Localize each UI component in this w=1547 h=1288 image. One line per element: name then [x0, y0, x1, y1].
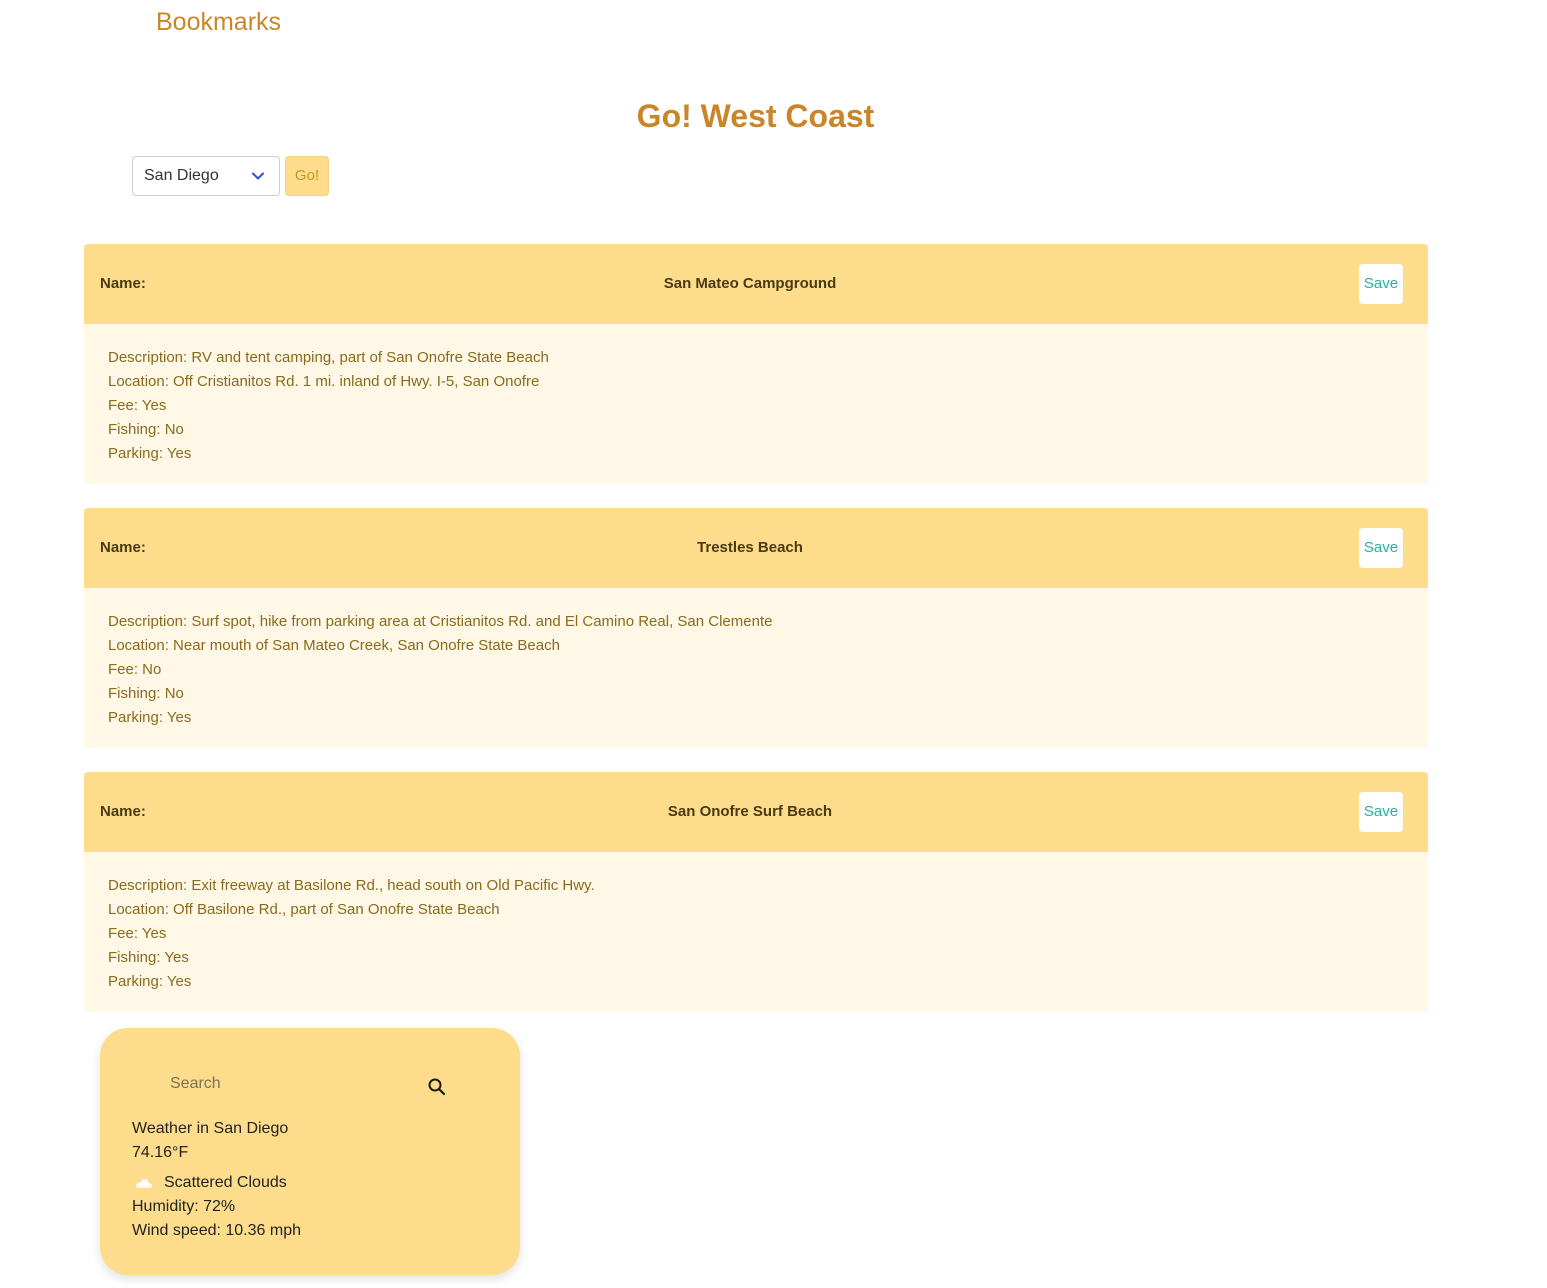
- place-name: Trestles Beach: [697, 539, 803, 556]
- search-icon: [428, 1078, 446, 1096]
- place-card: Name: San Onofre Surf Beach Save Descrip…: [84, 772, 1428, 1012]
- place-card-header: Name: San Onofre Surf Beach Save: [84, 772, 1428, 852]
- city-select[interactable]: San Diego: [132, 156, 280, 196]
- search-button[interactable]: [424, 1074, 450, 1100]
- place-fishing: Fishing: No: [108, 421, 184, 438]
- place-description: Description: Surf spot, hike from parkin…: [108, 613, 773, 630]
- place-location: Location: Off Basilone Rd., part of San …: [108, 901, 500, 918]
- place-card-header: Name: Trestles Beach Save: [84, 508, 1428, 588]
- city-select-value: San Diego: [144, 167, 219, 184]
- place-card-body: Description: RV and tent camping, part o…: [108, 346, 549, 466]
- place-card: Name: San Mateo Campground Save Descript…: [84, 244, 1428, 484]
- weather-city: Weather in San Diego: [132, 1120, 289, 1137]
- place-description: Description: RV and tent camping, part o…: [108, 349, 549, 366]
- weather-temperature: 74.16°F: [132, 1144, 189, 1161]
- weather-humidity: Humidity: 72%: [132, 1198, 236, 1215]
- weather-search-input[interactable]: [156, 1068, 396, 1100]
- save-button[interactable]: Save: [1359, 792, 1403, 832]
- weather-wind: Wind speed: 10.36 mph: [132, 1222, 301, 1239]
- place-description: Description: Exit freeway at Basilone Rd…: [108, 877, 595, 894]
- place-parking: Parking: Yes: [108, 973, 192, 990]
- place-card-body: Description: Surf spot, hike from parkin…: [108, 610, 772, 730]
- place-parking: Parking: Yes: [108, 445, 192, 462]
- place-location: Location: Near mouth of San Mateo Creek,…: [108, 637, 560, 654]
- place-fee: Fee: Yes: [108, 925, 167, 942]
- place-fishing: Fishing: No: [108, 685, 184, 702]
- cloud-icon: [135, 1178, 153, 1189]
- place-card-body: Description: Exit freeway at Basilone Rd…: [108, 874, 595, 994]
- place-name: San Onofre Surf Beach: [667, 803, 833, 820]
- weather-details: Weather in San Diego 74.16°F Scattered C…: [132, 1117, 301, 1243]
- place-fishing: Fishing: Yes: [108, 949, 189, 966]
- page: Bookmarks Go! West Coast San Diego Go! N…: [0, 0, 1547, 1288]
- page-title: Go! West Coast: [636, 98, 875, 134]
- place-location: Location: Off Cristianitos Rd. 1 mi. inl…: [108, 373, 540, 390]
- save-button[interactable]: Save: [1359, 528, 1403, 568]
- place-parking: Parking: Yes: [108, 709, 192, 726]
- place-card-header: Name: San Mateo Campground Save: [84, 244, 1428, 324]
- save-button[interactable]: Save: [1359, 264, 1403, 304]
- place-name: San Mateo Campground: [663, 275, 837, 292]
- go-button[interactable]: Go!: [285, 156, 329, 196]
- place-fee: Fee: Yes: [108, 397, 167, 414]
- chevron-down-icon: [252, 172, 264, 180]
- weather-condition-row: Scattered Clouds: [132, 1171, 301, 1195]
- place-fee: Fee: No: [108, 661, 162, 678]
- weather-condition: Scattered Clouds: [164, 1174, 287, 1191]
- bookmarks-link[interactable]: Bookmarks: [156, 6, 281, 38]
- place-card: Name: Trestles Beach Save Description: S…: [84, 508, 1428, 748]
- weather-widget: Weather in San Diego 74.16°F Scattered C…: [100, 1028, 520, 1275]
